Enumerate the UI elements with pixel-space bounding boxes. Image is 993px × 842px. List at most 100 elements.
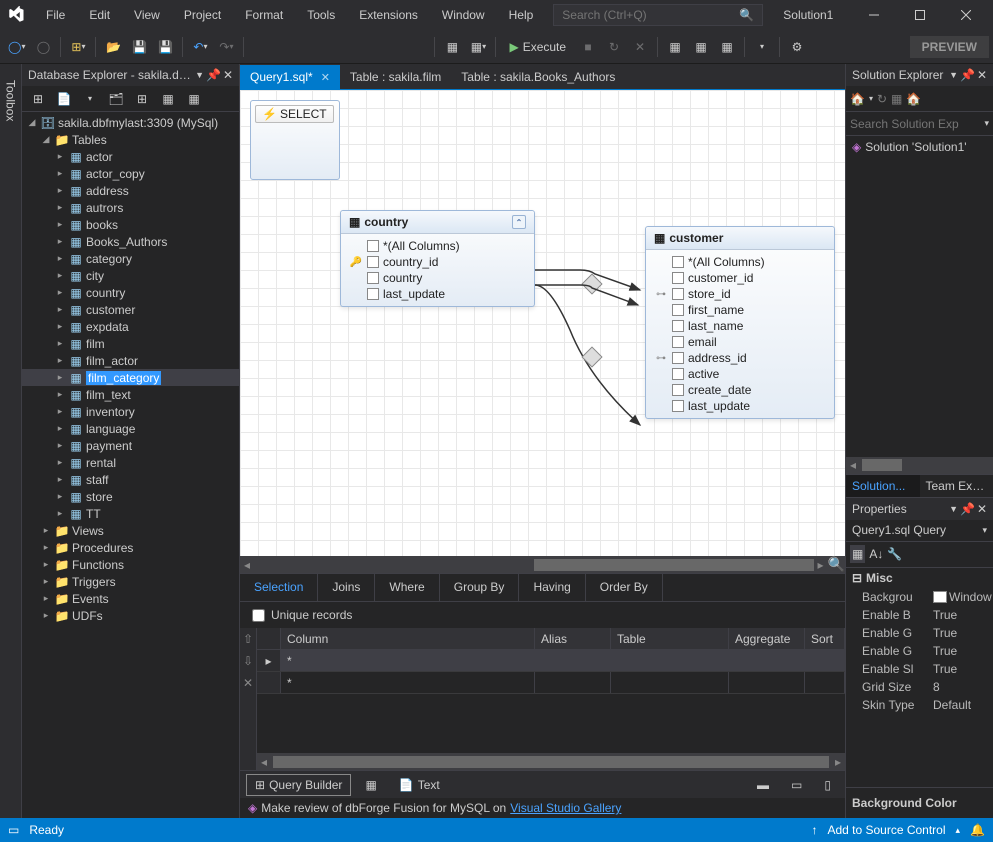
- tree-toggle-icon[interactable]: ▸: [40, 610, 52, 622]
- tree-toggle-icon[interactable]: ▸: [54, 508, 66, 520]
- tree-toggle-icon[interactable]: ◢: [40, 134, 52, 146]
- table-TT[interactable]: ▸▦TT: [22, 505, 239, 522]
- header-aggregate[interactable]: Aggregate: [729, 628, 805, 649]
- cell-column[interactable]: *: [281, 672, 535, 693]
- menu-view[interactable]: View: [124, 4, 170, 26]
- cell-sort[interactable]: [805, 672, 845, 693]
- pin-icon[interactable]: 📌: [960, 502, 975, 516]
- search-icon[interactable]: 🔍: [739, 8, 754, 22]
- qb-tab-having[interactable]: Having: [519, 574, 585, 601]
- table-customer[interactable]: ▸▦customer: [22, 301, 239, 318]
- tree-toggle-icon[interactable]: ▸: [54, 423, 66, 435]
- table-film[interactable]: ▸▦film: [22, 335, 239, 352]
- tree-toggle-icon[interactable]: ▸: [54, 185, 66, 197]
- column-address_id[interactable]: ⊶address_id: [646, 350, 834, 366]
- table-city[interactable]: ▸▦city: [22, 267, 239, 284]
- table-film_text[interactable]: ▸▦film_text: [22, 386, 239, 403]
- property-value[interactable]: True: [933, 608, 993, 622]
- tree-toggle-icon[interactable]: ▸: [54, 491, 66, 503]
- property-row[interactable]: Enable GTrue: [846, 624, 993, 642]
- search-dropdown-icon[interactable]: ▾: [984, 118, 989, 129]
- toolbox-tab[interactable]: Toolbox: [1, 72, 21, 129]
- alphabetical-icon[interactable]: A↓: [869, 547, 883, 561]
- tree-toggle-icon[interactable]: ▸: [54, 253, 66, 265]
- column-AllColumns[interactable]: *(All Columns): [341, 238, 534, 254]
- db-tool-6[interactable]: ▾: [750, 35, 774, 59]
- undo-button[interactable]: ↶▾: [188, 35, 212, 59]
- cell-table[interactable]: [611, 672, 729, 693]
- column-active[interactable]: active: [646, 366, 834, 382]
- column-checkbox[interactable]: [672, 288, 684, 300]
- source-control-button[interactable]: Add to Source Control: [827, 823, 945, 837]
- row-header[interactable]: [257, 672, 281, 693]
- tree-toggle-icon[interactable]: ▸: [54, 236, 66, 248]
- tool-button-4[interactable]: 🗂: [104, 87, 128, 111]
- column-checkbox[interactable]: [672, 272, 684, 284]
- zoom-icon[interactable]: 🔍: [828, 556, 845, 573]
- new-connection-button[interactable]: ⊞: [26, 87, 50, 111]
- table-actor[interactable]: ▸▦actor: [22, 148, 239, 165]
- column-country[interactable]: country: [341, 270, 534, 286]
- home-icon[interactable]: 🏠: [850, 92, 865, 106]
- property-value[interactable]: 8: [933, 680, 993, 694]
- table-Books_Authors[interactable]: ▸▦Books_Authors: [22, 233, 239, 250]
- cell-alias[interactable]: [535, 650, 611, 671]
- tool-tab[interactable]: ▦: [357, 775, 384, 795]
- menu-format[interactable]: Format: [235, 4, 293, 26]
- cell-table[interactable]: [611, 650, 729, 671]
- select-box[interactable]: ⚡SELECT: [250, 100, 340, 180]
- menu-tools[interactable]: Tools: [297, 4, 345, 26]
- column-checkbox[interactable]: [672, 256, 684, 268]
- tree-toggle-icon[interactable]: ▸: [40, 559, 52, 571]
- db-tool-7[interactable]: ⚙: [785, 35, 809, 59]
- view-mode-3[interactable]: ▯: [816, 775, 839, 795]
- qb-tab-selection[interactable]: Selection: [240, 574, 318, 601]
- property-row[interactable]: Enable SlTrue: [846, 660, 993, 678]
- property-row[interactable]: Grid Size8: [846, 678, 993, 696]
- doc-tab[interactable]: Table : sakila.Books_Authors: [451, 65, 625, 89]
- column-country_id[interactable]: 🔑country_id: [341, 254, 534, 270]
- qb-tab-joins[interactable]: Joins: [318, 574, 375, 601]
- global-search[interactable]: 🔍: [553, 4, 763, 26]
- tree-toggle-icon[interactable]: ▸: [54, 440, 66, 452]
- folder-views[interactable]: ▸📁Views: [22, 522, 239, 539]
- pin-icon[interactable]: 📌: [960, 68, 975, 82]
- header-sort[interactable]: Sort: [805, 628, 845, 649]
- column-customer_id[interactable]: customer_id: [646, 270, 834, 286]
- tree-toggle-icon[interactable]: ▸: [54, 219, 66, 231]
- solution-search[interactable]: ▾: [846, 112, 993, 136]
- column-checkbox[interactable]: [672, 400, 684, 412]
- save-button[interactable]: 💾: [127, 35, 151, 59]
- menu-project[interactable]: Project: [174, 4, 231, 26]
- column-checkbox[interactable]: [367, 240, 379, 252]
- menu-help[interactable]: Help: [499, 4, 544, 26]
- cell-aggregate[interactable]: [729, 672, 805, 693]
- table-film_actor[interactable]: ▸▦film_actor: [22, 352, 239, 369]
- table-store[interactable]: ▸▦store: [22, 488, 239, 505]
- property-row[interactable]: BackgrouWindow: [846, 588, 993, 606]
- column-checkbox[interactable]: [367, 272, 379, 284]
- column-checkbox[interactable]: [672, 320, 684, 332]
- tool-button-7[interactable]: ▦: [182, 87, 206, 111]
- unique-records-checkbox[interactable]: [252, 609, 265, 622]
- cell-sort[interactable]: [805, 650, 845, 671]
- menu-window[interactable]: Window: [432, 4, 495, 26]
- column-checkbox[interactable]: [672, 368, 684, 380]
- upload-icon[interactable]: ↑: [811, 823, 817, 837]
- events-icon[interactable]: 🔧: [887, 547, 902, 561]
- open-button[interactable]: 📂: [101, 35, 125, 59]
- header-table[interactable]: Table: [611, 628, 729, 649]
- tree-toggle-icon[interactable]: ▸: [54, 287, 66, 299]
- tree-toggle-icon[interactable]: ▸: [40, 542, 52, 554]
- tree-toggle-icon[interactable]: ◢: [26, 117, 38, 129]
- dropdown-icon[interactable]: ▼: [949, 68, 958, 82]
- folder-triggers[interactable]: ▸📁Triggers: [22, 573, 239, 590]
- tree-toggle-icon[interactable]: ▸: [40, 525, 52, 537]
- close-icon[interactable]: ✕: [223, 68, 233, 82]
- cell-column[interactable]: *: [281, 650, 535, 671]
- sync-icon[interactable]: ↻: [877, 92, 887, 106]
- tree-toggle-icon[interactable]: ▸: [40, 593, 52, 605]
- table-inventory[interactable]: ▸▦inventory: [22, 403, 239, 420]
- table-country[interactable]: ▸▦country: [22, 284, 239, 301]
- db-tool-4[interactable]: ▦: [689, 35, 713, 59]
